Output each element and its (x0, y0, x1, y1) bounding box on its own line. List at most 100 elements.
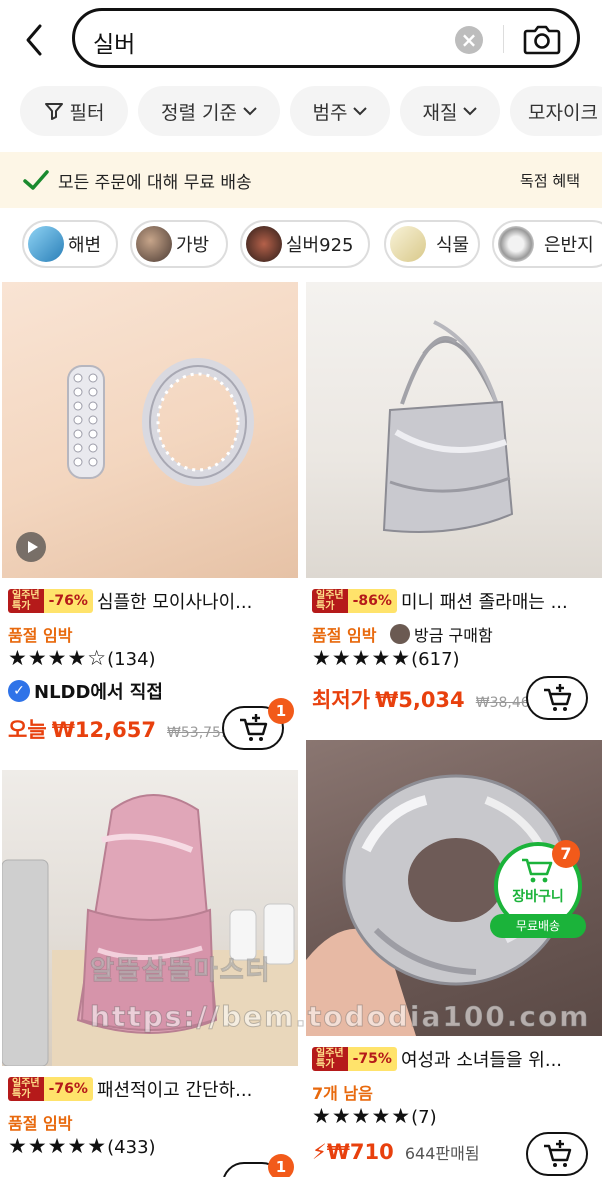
chip-silver-ring[interactable]: 은반지 (492, 220, 602, 268)
mosaic-dropdown[interactable]: 모자이크 (510, 86, 602, 136)
buyer-avatar (390, 624, 410, 644)
bag-illustration (382, 320, 514, 533)
filter-button[interactable]: 필터 (20, 86, 128, 136)
promo-badge: 일주년 특가 -76% (8, 589, 93, 613)
stock-status: 품절 임박 (8, 626, 73, 645)
price-row: 오늘 ₩12,657 ₩53,759 (8, 714, 230, 744)
product-title: 미니 패션 졸라매는 ... (400, 592, 568, 613)
cart-count-badge: 1 (268, 1154, 294, 1177)
chip-label: 식물 (436, 235, 470, 256)
camera-icon[interactable] (523, 23, 561, 55)
review-count: (134) (107, 649, 156, 670)
chip-label: 실버925 (286, 235, 354, 256)
price: ₩710 (326, 1140, 394, 1164)
product-image[interactable] (2, 282, 298, 578)
cart-plus-icon (544, 1140, 572, 1167)
cart-count-badge: 7 (552, 840, 580, 868)
clear-icon[interactable]: × (455, 26, 483, 54)
top-bar: 실버 × (0, 0, 602, 80)
sold-count: 644판매됨 (404, 1144, 480, 1163)
free-shipping-tag: 무료배송 (490, 914, 586, 938)
add-to-cart-button[interactable] (526, 676, 588, 720)
title-row: 일주년 특가 -76% 패션적이고 간단하... (8, 1076, 257, 1102)
title-row: 일주년 특가 -75% 여성과 소녀들을 위... (312, 1046, 571, 1072)
seller-info[interactable]: ✓ NLDD에서 직접 (8, 678, 163, 704)
beach-thumbnail (28, 226, 64, 262)
video-play-icon[interactable] (16, 532, 46, 562)
free-shipping-banner[interactable]: 모든 주문에 대해 무료 배송 독점 혜택 (0, 152, 602, 208)
cart-label: 장바구니 (512, 889, 564, 905)
product-image[interactable] (306, 282, 602, 578)
price: ₩12,657 (51, 718, 156, 742)
promo-badge: 일주년 특가 -76% (8, 1077, 93, 1101)
buyer-text: 방금 구매함 (414, 626, 493, 645)
promo-label: 일주년 특가 (312, 589, 348, 613)
sort-label: 정렬 기준 (161, 101, 237, 124)
price-row: ⚡₩710 644판매됨 (312, 1140, 480, 1164)
cart-icon (522, 858, 553, 883)
back-arrow-icon[interactable] (18, 20, 52, 60)
sort-dropdown[interactable]: 정렬 기준 (138, 86, 280, 136)
chip-plant[interactable]: 식물 (384, 220, 480, 268)
material-dropdown[interactable]: 재질 (400, 86, 500, 136)
check-icon (23, 170, 49, 190)
product-card[interactable]: 일주년 특가 -75% 여성과 소녀들을 위... 7개 남음 ★★★★★(7) ⚡… (306, 740, 602, 1177)
search-input[interactable]: 실버 × (72, 8, 580, 68)
product-title: 패션적이고 간단하... (96, 1080, 253, 1101)
chip-beach[interactable]: 해변 (22, 220, 118, 268)
rating-stars: ★★★★★ (312, 1104, 412, 1128)
price-row: 최저가 ₩5,034 ₩38,467 (312, 684, 539, 714)
original-price: ₩53,759 (167, 725, 230, 741)
category-chips: 해변 가방 실버925 식물 은반지 (0, 220, 602, 272)
chevron-down-icon (243, 107, 257, 116)
rating-stars: ★★★★★ (312, 646, 412, 670)
stock-status: 품절 임박 (312, 626, 377, 645)
promo-badge: 일주년 특가 -86% (312, 589, 397, 613)
product-card[interactable]: 일주년 특가 -86% 미니 패션 졸라매는 ... 품절 임박 방금 구매함 ★★… (306, 282, 602, 722)
chip-label: 가방 (176, 235, 210, 256)
funnel-icon (44, 103, 63, 120)
silver925-thumbnail (246, 226, 282, 262)
chip-bag[interactable]: 가방 (130, 220, 228, 268)
add-to-cart-button[interactable] (526, 1132, 588, 1176)
rating: ★★★★☆(134) (8, 646, 156, 670)
title-row: 일주년 특가 -86% 미니 패션 졸라매는 ... (312, 588, 571, 614)
promo-label: 일주년 특가 (8, 1077, 44, 1101)
bag-thumbnail (136, 226, 172, 262)
chevron-down-icon (353, 107, 368, 116)
filter-label: 필터 (69, 101, 105, 124)
price-label: 최저가 (312, 688, 370, 712)
rating: ★★★★★(7) (312, 1104, 437, 1128)
discount: -75% (347, 1047, 397, 1071)
price-label: 오늘 (8, 718, 47, 742)
cart-count-badge: 1 (268, 698, 294, 724)
rating-stars: ★★★★★ (8, 1134, 108, 1158)
product-title: 여성과 소녀들을 위... (400, 1050, 563, 1071)
mosaic-label: 모자이크 (528, 101, 598, 124)
category-dropdown[interactable]: 범주 (290, 86, 390, 136)
recent-buyer: 방금 구매함 (390, 622, 493, 646)
verified-icon: ✓ (8, 680, 30, 702)
filter-bar: 필터 정렬 기준 범주 재질 모자이크 (0, 86, 602, 140)
seller-name: NLDD에서 직접 (34, 682, 163, 703)
stock-status: 7개 남음 (312, 1084, 373, 1103)
discount: -76% (43, 1077, 93, 1101)
rating: ★★★★★(433) (8, 1134, 156, 1158)
exclusive-benefit-link[interactable]: 독점 혜택 (520, 170, 580, 191)
cart-plus-icon (544, 684, 572, 711)
review-count: (7) (411, 1107, 437, 1128)
promo-label: 일주년 특가 (8, 589, 44, 613)
floating-cart-button[interactable]: 장바구니 무료배송 7 (490, 840, 586, 938)
discount: -86% (347, 589, 397, 613)
promo-badge: 일주년 특가 -75% (312, 1047, 397, 1071)
title-row: 일주년 특가 -76% 심플한 모이사나이... (8, 588, 257, 614)
rating-stars: ★★★★☆ (8, 646, 108, 670)
flash-icon: ⚡ (312, 1140, 327, 1164)
chip-label: 해변 (68, 235, 102, 256)
review-count: (617) (411, 649, 460, 670)
price: ₩5,034 (375, 688, 465, 712)
search-divider (503, 25, 504, 53)
watermark-url: https://bem.tododia100.com (89, 1000, 591, 1034)
product-card[interactable]: 일주년 특가 -76% 심플한 모이사나이... 품절 임박 ★★★★☆(134) … (2, 282, 298, 752)
chip-silver925[interactable]: 실버925 (240, 220, 370, 268)
